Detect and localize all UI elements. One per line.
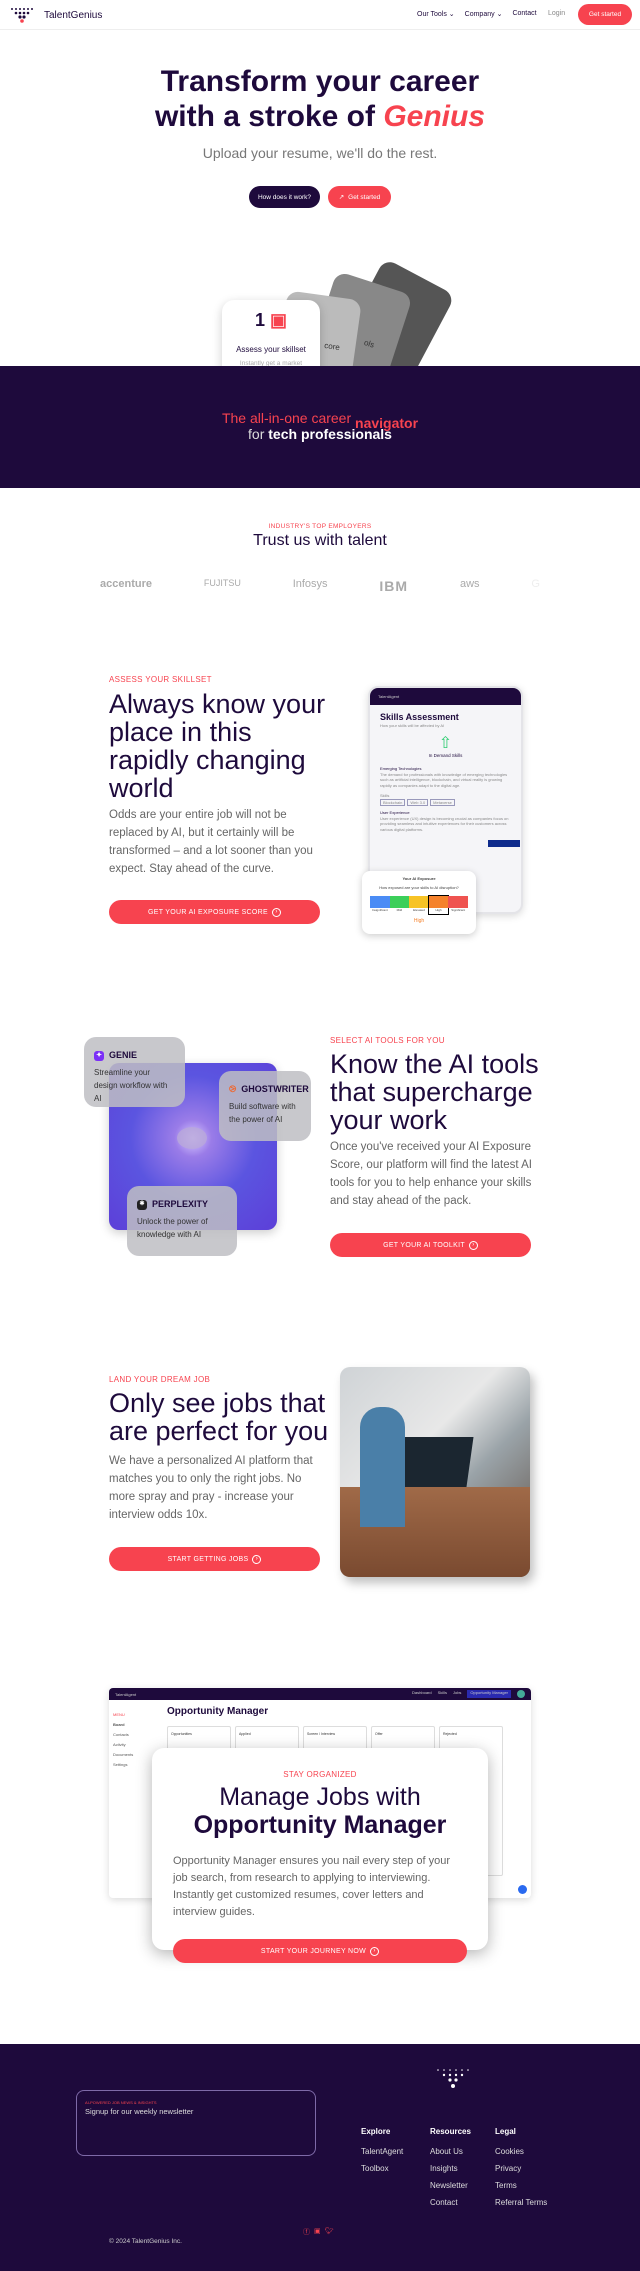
chat-icon[interactable] (518, 1885, 527, 1894)
arrow-up-icon: ⇧ (438, 734, 453, 752)
footer-col-explore: Explore TalentAgent Toolbox (361, 2127, 404, 2173)
footer: AI-POWERED JOB NEWS & INSIGHTS Signup fo… (0, 2044, 640, 2271)
linkedin-icon[interactable]: ▣ (314, 2227, 321, 2237)
footer-link[interactable]: Newsletter (430, 2181, 471, 2190)
logo-row: accenture FUJITSU Infosys IBM aws G (100, 578, 540, 594)
jobs-label: LAND YOUR DREAM JOB (109, 1375, 211, 1384)
footer-link[interactable]: Toolbox (361, 2164, 403, 2173)
tagline-band: The all-in-one career navigator for tech… (0, 366, 640, 488)
copyright: © 2024 TalentGenius Inc. (109, 2238, 182, 2245)
exposure-level-3: High (427, 895, 450, 915)
ghostwriter-icon: ⧁ (229, 1084, 237, 1094)
opportunity-card: STAY ORGANIZED Manage Jobs with Opportun… (152, 1748, 488, 1963)
logo[interactable]: TalentGenius (8, 7, 102, 23)
user-avatar (517, 1690, 525, 1698)
newsletter-box[interactable]: AI-POWERED JOB NEWS & INSIGHTS Signup fo… (76, 2090, 316, 2156)
ai-exposure-card: Your AI Exposure How exposed are your sk… (362, 871, 476, 934)
genie-icon: ✦ (94, 1050, 104, 1061)
brand-name: TalentGenius (44, 9, 103, 21)
arrow-right-icon: › (468, 1240, 478, 1250)
skills-label: ASSESS YOUR SKILLSET (109, 675, 212, 684)
get-started-hero-button[interactable]: ↗ Get started (328, 186, 391, 208)
tools-label: SELECT AI TOOLS FOR YOU (330, 1036, 445, 1045)
hero-subtitle: Upload your resume, we'll do the rest. (202, 145, 438, 161)
logo-fujitsu: FUJITSU (203, 578, 241, 588)
jobs-photo (340, 1367, 530, 1577)
logo-icon (11, 8, 33, 23)
footer-link[interactable]: Privacy (495, 2164, 547, 2173)
how-it-works-button[interactable]: How does it work? (249, 186, 320, 208)
logo-accenture: accenture (100, 578, 152, 590)
arrow-right-icon: › (370, 1946, 380, 1956)
logo-aws: aws (459, 578, 480, 590)
start-journey-button[interactable]: START YOUR JOURNEY NOW › (173, 1939, 467, 1963)
footer-link[interactable]: Contact (430, 2198, 471, 2207)
nav-contact[interactable]: Contact (512, 10, 536, 18)
exposure-level-2: Elevated (409, 896, 429, 914)
trust-label: INDUSTRY'S TOP EMPLOYERS (268, 523, 372, 530)
logo-infosys: Infosys (292, 578, 328, 590)
nav-company[interactable]: Company ⌄ (465, 10, 503, 18)
header: TalentGenius Our Tools ⌄ Company ⌄ Conta… (0, 0, 640, 30)
start-getting-jobs-button[interactable]: START GETTING JOBS › (109, 1547, 320, 1571)
facebook-icon[interactable]: ⓕ (303, 2227, 310, 2237)
jobs-title: Only see jobs that are perfect for you (109, 1388, 329, 1446)
logo-ibm: IBM (379, 578, 409, 594)
login-link[interactable]: Login (548, 10, 565, 17)
nav-our-tools[interactable]: Our Tools ⌄ (417, 10, 455, 18)
footer-col-legal: Legal Cookies Privacy Terms Referral Terms (495, 2127, 548, 2207)
hero-title: Transform your career with a stroke of Ge… (154, 65, 486, 133)
get-started-nav-button[interactable]: Get started (578, 4, 632, 25)
tools-title: Know the AI tools that supercharge your … (330, 1049, 539, 1135)
footer-link[interactable]: About Us (430, 2147, 471, 2156)
footer-link[interactable]: Terms (495, 2181, 547, 2190)
footer-logo-icon (437, 2069, 469, 2088)
footer-col-resources: Resources About Us Insights Newsletter Conta… (430, 2127, 471, 2207)
footer-link[interactable]: Insights (430, 2164, 471, 2173)
tool-card-perplexity[interactable]: ✱ PERPLEXITY Unlock the power of knowledge… (127, 1186, 237, 1256)
tool-card-genie[interactable]: ✦ GENIE Streamline your design workflow wi… (84, 1037, 185, 1107)
exposure-level-0: Insignificant (370, 896, 390, 914)
skills-body: Odds are your entire job will not be rep… (109, 809, 313, 875)
arrow-right-icon: › (252, 1554, 262, 1564)
jobs-body: We have a personalized AI platform that … (109, 1455, 313, 1521)
tool-card-ghostwriter[interactable]: ⧁ GHOSTWRITER Build software with the powe… (219, 1071, 311, 1141)
ai-toolkit-button[interactable]: GET YOUR AI TOOLKIT › (330, 1233, 531, 1257)
social-icons: ⓕ ▣ 🐦︎ (303, 2227, 334, 2237)
arrow-icon: ↗ (338, 194, 345, 201)
logo-g: G (531, 578, 540, 590)
resume-icon: ▣ (270, 310, 288, 330)
twitter-icon[interactable]: 🐦︎ (325, 2227, 334, 2237)
footer-link[interactable]: Referral Terms (495, 2198, 547, 2207)
exposure-level-4: Significant (448, 896, 468, 914)
trust-title: Trust us with talent (253, 532, 387, 549)
exposure-score-button[interactable]: GET YOUR AI EXPOSURE SCORE › (109, 900, 320, 924)
exposure-level-1: Mild (389, 896, 410, 914)
arrow-right-icon: › (271, 907, 281, 917)
perplexity-icon: ✱ (137, 1199, 147, 1210)
footer-link[interactable]: TalentAgent (361, 2147, 403, 2156)
tools-body: Once you've received your AI Exposure Sc… (330, 1141, 532, 1207)
skills-title: Always know your place in this rapidly c… (109, 689, 326, 803)
footer-link[interactable]: Cookies (495, 2147, 547, 2156)
